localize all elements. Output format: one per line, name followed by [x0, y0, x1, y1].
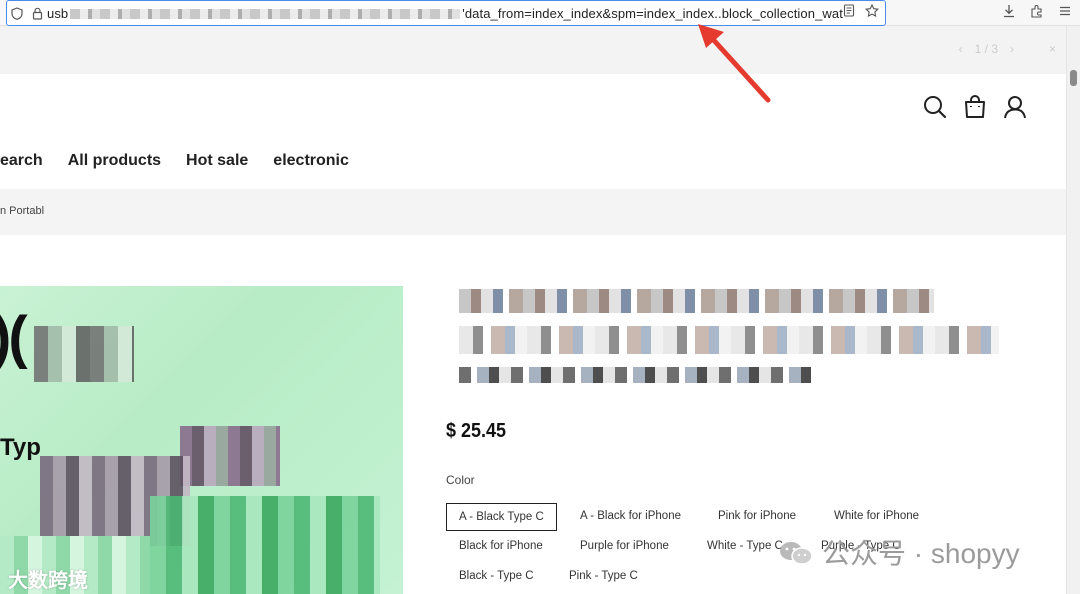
close-icon[interactable]: ×: [1049, 42, 1056, 56]
chevron-right-icon[interactable]: ›: [1010, 42, 1014, 56]
product-title-redacted-line-2: [459, 326, 999, 354]
pixelated-region: [34, 326, 134, 382]
wechat-watermark: 公众号 · shopyy: [778, 532, 1020, 572]
wechat-logo-icon: [778, 539, 814, 565]
url-text[interactable]: usb 'data_from=index_index&spm=index_inde…: [47, 6, 843, 21]
nav-item-hot-sale[interactable]: Hot sale: [186, 152, 248, 170]
color-option-pink-type-c[interactable]: Pink - Type C: [569, 570, 638, 582]
image-type-text: Typ: [0, 434, 41, 461]
url-suffix: 'data_from=index_index&spm=index_index..…: [462, 5, 843, 21]
product-title-redacted-line-1: [459, 289, 934, 313]
annotation-arrow: [698, 24, 771, 103]
pager-text: 1 / 3: [974, 42, 998, 56]
nav-item-search[interactable]: earch: [0, 152, 43, 170]
color-label: Color: [446, 473, 475, 487]
color-option-purple-for-iphone[interactable]: Purple for iPhone: [580, 540, 669, 552]
product-title-redacted-line-3: [459, 367, 811, 383]
url-prefix: usb: [47, 5, 69, 21]
product-price: $ 25.45: [446, 420, 507, 442]
pixelated-region: [180, 426, 280, 486]
color-option-a-black-type-c[interactable]: A - Black Type C: [446, 503, 557, 531]
watermark-text: 公众号 · shopyy: [822, 538, 1020, 569]
browser-toolbar: usb 'data_from=index_index&spm=index_inde…: [0, 0, 1080, 26]
extensions-icon[interactable]: [1030, 4, 1044, 21]
color-option-white-for-iphone[interactable]: White for iPhone: [834, 510, 919, 522]
cart-icon[interactable]: [962, 94, 988, 120]
main-nav: earch All products Hot sale electronic: [0, 152, 349, 170]
search-icon[interactable]: [922, 94, 948, 120]
color-option-black-type-c[interactable]: Black - Type C: [459, 570, 534, 582]
breadcrumb-bar: [0, 189, 1066, 235]
star-icon[interactable]: [864, 3, 880, 22]
scrollbar[interactable]: [1066, 26, 1080, 594]
shield-icon[interactable]: [7, 6, 27, 20]
redacted-url-segment: [70, 9, 461, 20]
announcement-strip: [0, 26, 1066, 74]
breadcrumb[interactable]: n Portabl: [0, 205, 44, 217]
color-option-white-type-c[interactable]: White - Type C: [707, 540, 783, 552]
scrollbar-thumb[interactable]: [1070, 70, 1077, 86]
color-option-pink-for-iphone[interactable]: Pink for iPhone: [718, 510, 796, 522]
lock-icon[interactable]: [27, 7, 47, 20]
chevron-left-icon[interactable]: ‹: [959, 42, 963, 56]
nav-item-all-products[interactable]: All products: [68, 152, 161, 170]
nav-item-electronic[interactable]: electronic: [273, 152, 349, 170]
product-image[interactable]: )( Typ 大数跨境: [0, 286, 403, 594]
header-actions: [922, 94, 1028, 120]
image-headline-text: )(: [0, 305, 28, 370]
pixelated-region: [150, 496, 380, 594]
menu-icon[interactable]: [1058, 4, 1072, 21]
account-icon[interactable]: [1002, 94, 1028, 120]
color-option-a-black-for-iphone[interactable]: A - Black for iPhone: [580, 510, 681, 522]
color-option-black-for-iphone[interactable]: Black for iPhone: [459, 540, 543, 552]
image-watermark: 大数跨境: [8, 570, 88, 592]
reader-mode-icon[interactable]: [843, 4, 855, 22]
download-icon[interactable]: [1002, 4, 1016, 21]
announcement-pager[interactable]: ‹ 1 / 3 ›: [959, 42, 1014, 56]
page-root: usb 'data_from=index_index&spm=index_inde…: [0, 0, 1080, 594]
